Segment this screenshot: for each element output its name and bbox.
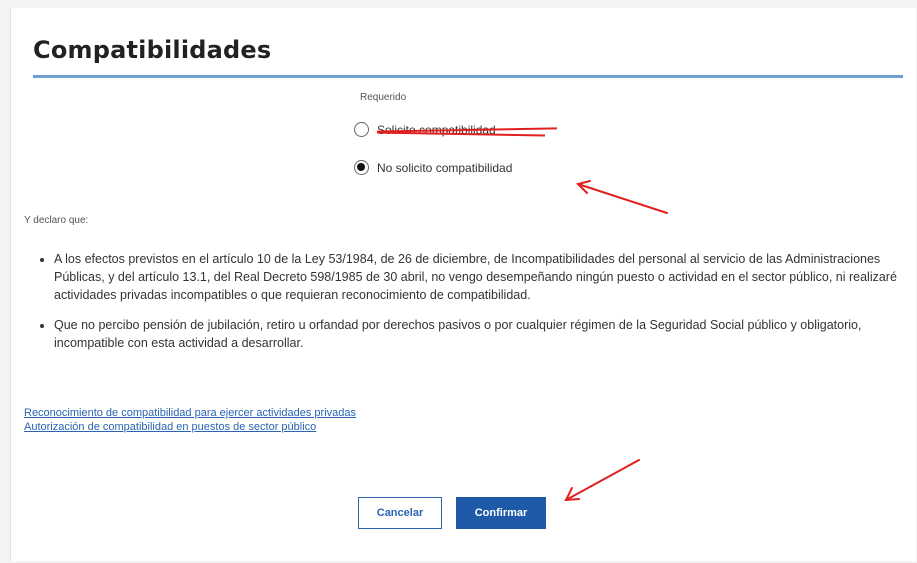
declaration-item: A los efectos previstos en el artículo 1… <box>54 250 914 304</box>
related-links: Reconocimiento de compatibilidad para ej… <box>24 406 356 434</box>
declare-label: Y declaro que: <box>24 215 89 226</box>
dialog-title: Compatibilidades <box>33 36 272 64</box>
radio-button-checked[interactable] <box>354 160 369 175</box>
radio-option-no-solicito[interactable]: No solicito compatibilidad <box>354 160 512 175</box>
declaration-list: A los efectos previstos en el artículo 1… <box>22 250 914 364</box>
link-autorizacion-compatibilidad[interactable]: Autorización de compatibilidad en puesto… <box>24 420 356 434</box>
confirm-button[interactable]: Confirmar <box>456 497 546 529</box>
declaration-item: Que no percibo pensión de jubilación, re… <box>54 316 914 352</box>
radio-button-unchecked[interactable] <box>354 122 369 137</box>
required-label: Requerido <box>360 92 407 103</box>
link-reconocimiento-compatibilidad[interactable]: Reconocimiento de compatibilidad para ej… <box>24 406 356 420</box>
cancel-button[interactable]: Cancelar <box>358 497 442 529</box>
title-divider <box>33 75 903 78</box>
radio-option-label: No solicito compatibilidad <box>377 160 513 175</box>
